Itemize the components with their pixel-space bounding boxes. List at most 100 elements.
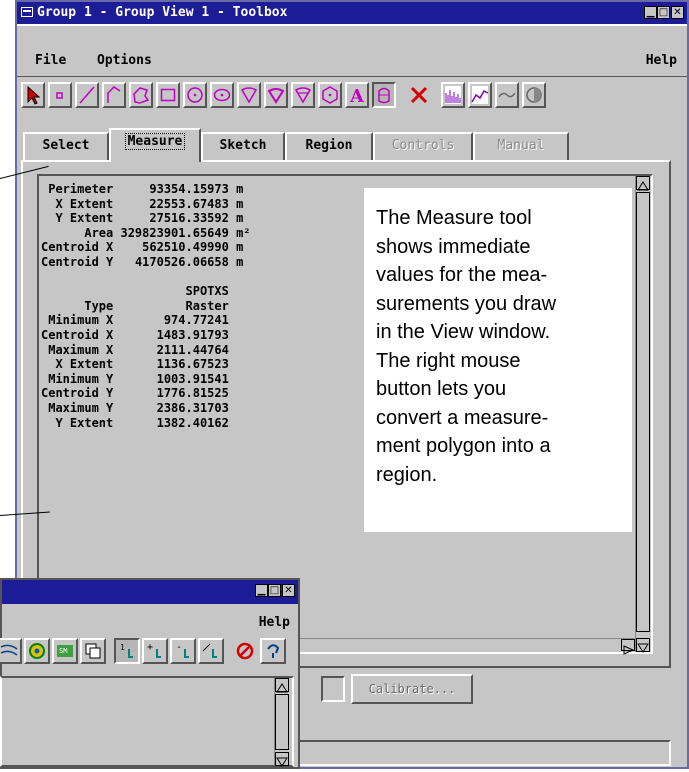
tab-measure[interactable]: Measure (109, 128, 201, 162)
close-button[interactable]: ✕ (282, 584, 295, 597)
secondary-content-area (0, 676, 294, 767)
curve-tool[interactable] (495, 82, 519, 108)
freehand-polygon-icon (133, 87, 150, 104)
menu-file[interactable]: File (35, 53, 66, 68)
measure-label: Centroid X (41, 240, 114, 255)
undo-tool[interactable] (260, 638, 286, 664)
measure-row: Y Extent 1382.40162 (41, 416, 251, 431)
hexagon-tool[interactable] (318, 82, 342, 108)
measure-label: X Extent (41, 357, 114, 372)
close-button[interactable]: ✕ (671, 6, 684, 19)
measure-label: Maximum Y (41, 400, 114, 415)
measure-row: Centroid X 562510.49990 m (41, 240, 251, 255)
measure-unit: m (228, 182, 244, 196)
scroll-right-button[interactable] (621, 639, 635, 655)
measure-label: Centroid Y (41, 386, 114, 401)
bucket-icon (378, 87, 390, 104)
freehand-polygon-tool[interactable] (129, 82, 153, 108)
separator (17, 24, 687, 26)
add-point-tool[interactable]: + (142, 638, 168, 664)
measure-value: 2386.31703 (156, 400, 229, 415)
undo-arrow-icon (267, 644, 280, 658)
profile-tool[interactable] (468, 82, 492, 108)
maximize-button[interactable]: □ (268, 584, 281, 597)
edit-point-tool[interactable] (198, 638, 224, 664)
minimize-button[interactable]: ▁ (255, 584, 268, 597)
tab-controls[interactable]: Controls (373, 132, 473, 160)
color-wheel-tool[interactable] (24, 638, 50, 664)
no-entry-tool[interactable] (232, 638, 258, 664)
vertical-scrollbar[interactable] (635, 176, 651, 653)
palette-tool[interactable]: SM (52, 638, 78, 664)
tab-sketch[interactable]: Sketch (201, 132, 285, 160)
measure-unit: m (228, 240, 244, 255)
secondary-title-bar[interactable]: ▁ □ ✕ (2, 580, 298, 604)
circle-tool[interactable] (183, 82, 207, 108)
measure-value: Raster (185, 298, 229, 313)
note-line: region. (376, 463, 438, 486)
scroll-down-button[interactable] (636, 638, 650, 653)
measure-label: Maximum X (41, 342, 114, 357)
filled-wedge-tool[interactable] (264, 82, 288, 108)
calibrate-button[interactable]: Calibrate... (351, 674, 473, 704)
delete-tool[interactable] (407, 82, 431, 108)
region-tool[interactable] (291, 82, 315, 108)
select-arrow-tool[interactable] (21, 82, 45, 108)
line-tool[interactable] (75, 82, 99, 108)
measure-row: Type Raster (41, 299, 251, 314)
rectangle-tool[interactable] (156, 82, 180, 108)
measure-value: 1483.91793 (156, 327, 229, 342)
measure-row: Maximum Y 2386.31703 (41, 401, 251, 416)
tab-manual[interactable]: Manual (473, 132, 569, 160)
explanatory-note: The Measure tool shows immediate values … (364, 188, 632, 532)
position-1-tool[interactable]: 1 (114, 638, 140, 664)
tab-measure-label: Measure (124, 133, 186, 150)
line-icon (79, 86, 95, 104)
maximize-button[interactable]: □ (657, 6, 670, 19)
system-menu-icon[interactable] (21, 7, 33, 17)
scroll-thumb[interactable] (636, 192, 650, 632)
scroll-down-button[interactable] (275, 752, 289, 767)
triangle-down-icon (276, 757, 288, 767)
text-tool[interactable]: A (345, 82, 369, 108)
scroll-thumb[interactable] (275, 694, 289, 750)
menu-options[interactable]: Options (97, 53, 152, 68)
measure-row: Centroid Y 4170526.06658 m (41, 255, 251, 270)
remove-point-tool[interactable]: - (170, 638, 196, 664)
grid-lines-tool[interactable] (0, 638, 22, 664)
filled-wedge-icon (267, 88, 285, 104)
copy-tool[interactable] (80, 638, 106, 664)
menu-help[interactable]: Help (646, 53, 677, 68)
measure-label: Perimeter (41, 182, 114, 196)
ellipse-icon (213, 88, 231, 102)
contrast-tool[interactable] (522, 82, 546, 108)
note-line: The right mouse (376, 349, 521, 372)
svg-text:SM: SM (59, 647, 67, 655)
ellipse-tool[interactable] (210, 82, 234, 108)
title-bar[interactable]: Group 1 - Group View 1 - Toolbox ▁ □ ✕ (17, 2, 687, 24)
polyline-tool[interactable] (102, 82, 126, 108)
remove-point-icon: - (176, 642, 189, 658)
histogram-tool[interactable] (441, 82, 465, 108)
point-icon (56, 92, 63, 99)
scale-field[interactable] (321, 676, 345, 702)
triangle-up-icon (276, 683, 288, 693)
grid-lines-icon (0, 644, 18, 656)
vertical-scrollbar[interactable] (274, 678, 290, 767)
tab-region[interactable]: Region (285, 132, 373, 160)
measure-value: 974.77241 (163, 313, 229, 328)
measure-label: Centroid Y (41, 254, 114, 269)
svg-text:1: 1 (120, 643, 125, 652)
menu-help[interactable]: Help (259, 615, 290, 630)
point-tool[interactable] (48, 82, 72, 108)
measure-tool[interactable] (372, 82, 396, 108)
wedge-tool[interactable] (237, 82, 261, 108)
scroll-up-button[interactable] (275, 678, 289, 693)
tab-select[interactable]: Select (23, 132, 109, 160)
measure-label: Y Extent (41, 211, 114, 226)
minimize-button[interactable]: ▁ (644, 6, 657, 19)
scroll-up-button[interactable] (636, 176, 650, 191)
triangle-up-icon (637, 181, 649, 191)
measure-value: 329823901.65649 (120, 225, 229, 240)
